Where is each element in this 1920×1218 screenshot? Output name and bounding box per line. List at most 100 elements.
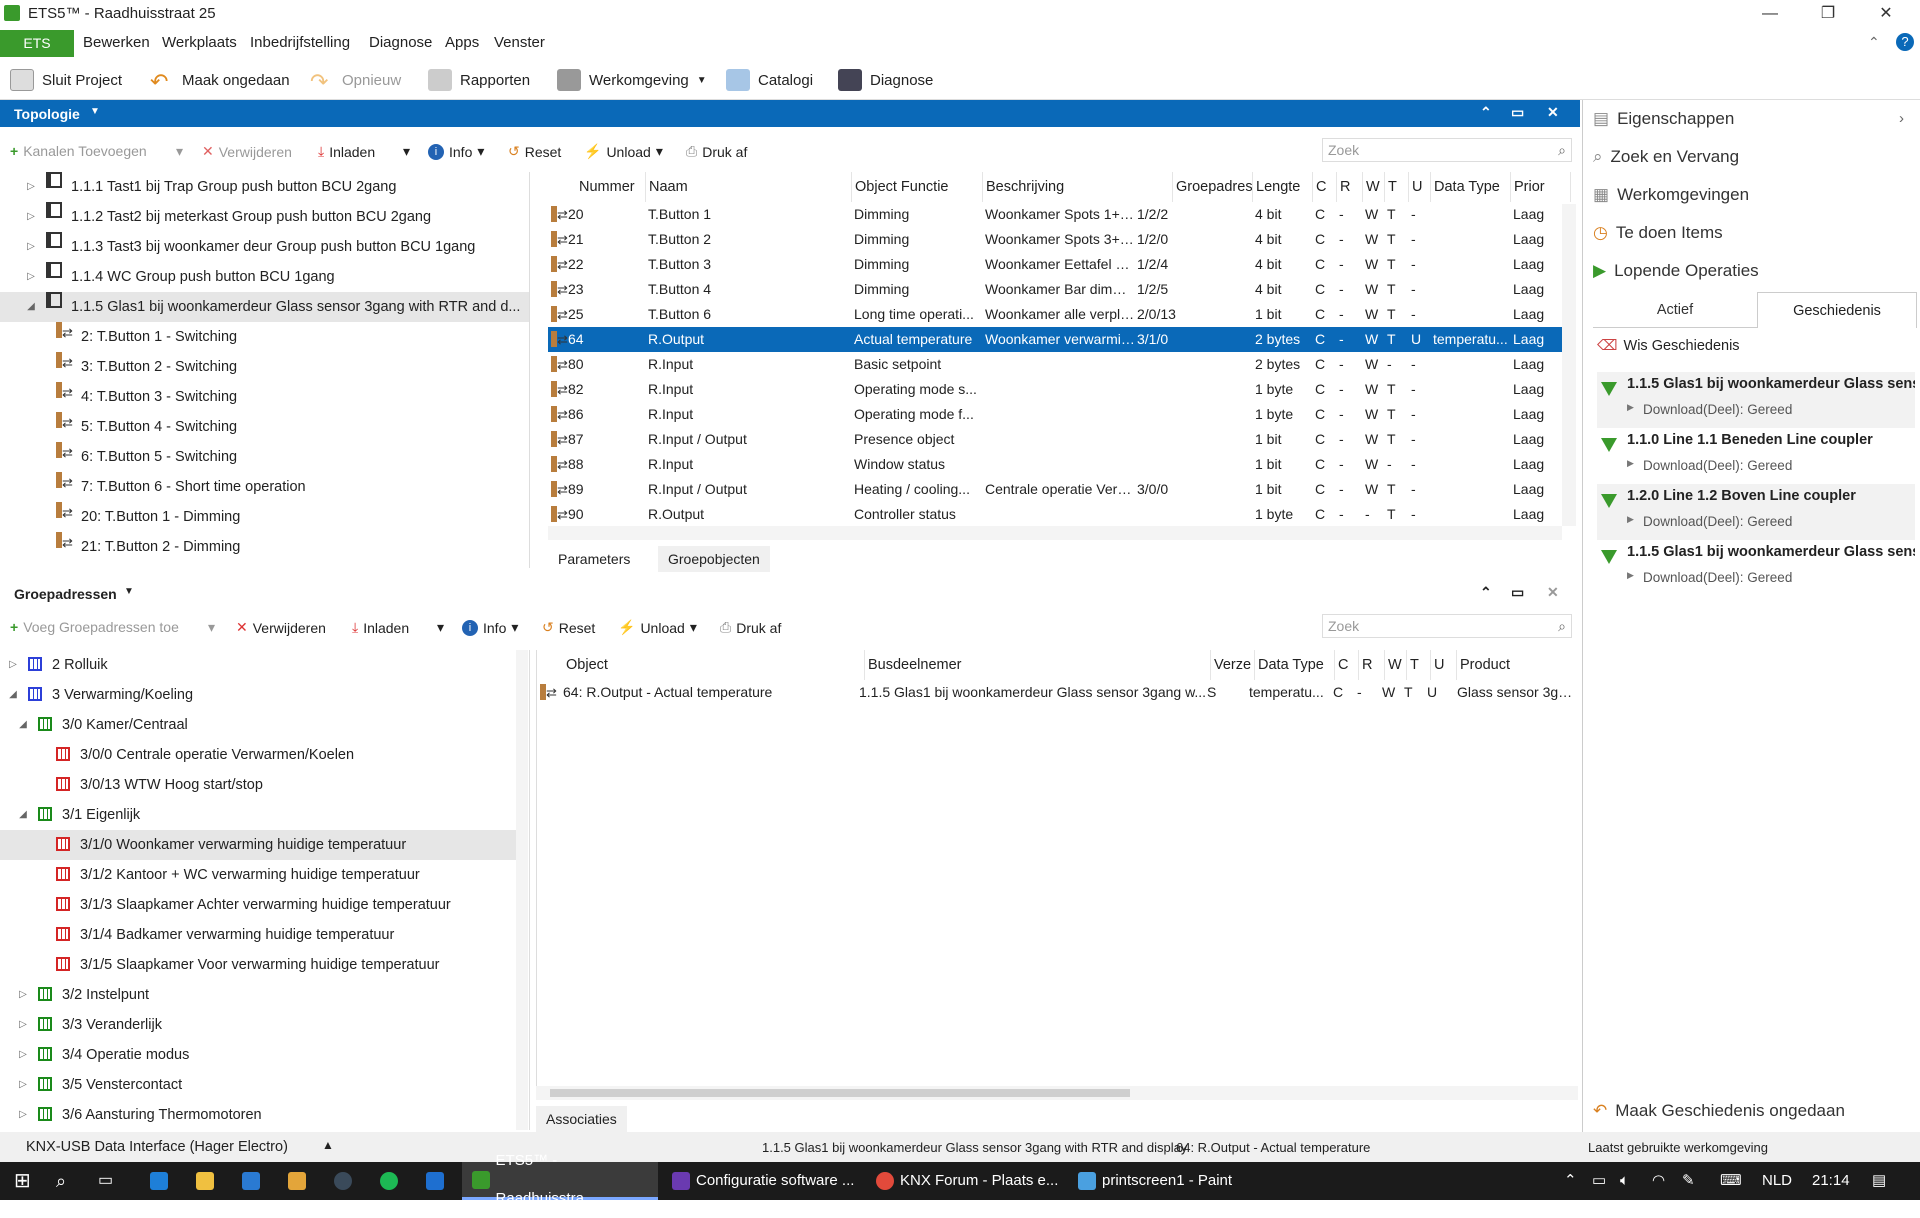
tree-device-selected[interactable]: ◢ 1.1.5 Glas1 bij woonkamerdeur Glass sen…: [0, 292, 529, 322]
maximize-button[interactable]: ❐: [1800, 0, 1856, 28]
expand-icon[interactable]: ▷: [18, 1100, 28, 1130]
sluit-project-button[interactable]: Sluit Project: [10, 68, 122, 92]
chevron-up-icon[interactable]: ▲: [322, 1138, 334, 1152]
verwijderen-button[interactable]: ✕ Verwijderen: [202, 143, 292, 160]
col-header-r[interactable]: R: [1337, 172, 1363, 202]
taskbar-app-paint[interactable]: printscreen1 - Paint: [1070, 1162, 1266, 1200]
unload-button[interactable]: ⚡ Unload ▾: [584, 143, 663, 160]
menu-venster[interactable]: Venster: [494, 34, 545, 51]
expand-icon[interactable]: ▷: [18, 980, 28, 1010]
collapse-panel-icon[interactable]: ⌃: [1480, 584, 1492, 601]
expand-icon[interactable]: ▶: [1627, 458, 1634, 469]
table-hscrollbar[interactable]: [548, 526, 1562, 540]
task-view-icon[interactable]: ▭: [98, 1162, 113, 1200]
werkomgeving-dropdown[interactable]: Werkomgeving ▼: [557, 68, 707, 92]
expand-icon[interactable]: ▶: [1627, 514, 1634, 525]
wis-geschiedenis-button[interactable]: ⌫ Wis Geschiedenis: [1597, 338, 1740, 354]
tree-group-address[interactable]: 3/1/5 Slaapkamer Voor verwarming huidige…: [0, 950, 516, 980]
table-row[interactable]: 82R.InputOperating mode s...1 byteC-WT-L…: [548, 377, 1576, 402]
maximize-panel-icon[interactable]: ▭: [1511, 584, 1524, 601]
col-header-w[interactable]: W: [1385, 650, 1407, 680]
dropdown-arrow[interactable]: ▾: [176, 143, 183, 160]
werkomgevingen-item[interactable]: ▦ Werkomgevingen: [1593, 180, 1749, 210]
tree-group-address[interactable]: ▷ 3/6 Aansturing Thermomotoren: [0, 1100, 516, 1130]
col-header-naam[interactable]: Naam: [646, 172, 852, 202]
te-doen-items-item[interactable]: ◷ Te doen Items: [1593, 218, 1723, 248]
history-item[interactable]: 1.2.0 Line 1.2 Boven Line coupler Downloa…: [1597, 484, 1915, 540]
table-row[interactable]: 86R.InputOperating mode f...1 byteC-WT-L…: [548, 402, 1576, 427]
maak-geschiedenis-ongedaan-button[interactable]: ↶ Maak Geschiedenis ongedaan: [1593, 1096, 1845, 1126]
keyboard-icon[interactable]: ⌨: [1720, 1162, 1742, 1200]
col-header-lengte[interactable]: Lengte: [1253, 172, 1313, 202]
history-item[interactable]: 1.1.5 Glas1 bij woonkamerdeur Glass sens…: [1597, 372, 1915, 428]
opnieuw-button[interactable]: ↷ Opnieuw: [310, 68, 401, 94]
tab-parameters[interactable]: Parameters: [548, 546, 640, 572]
inladen-button[interactable]: ⤓ Inladen: [318, 143, 375, 160]
tree-device[interactable]: ▷ 1.1.3 Tast3 bij woonkamer deur Group pu…: [0, 232, 529, 262]
tree-group-address[interactable]: ◢ 3/0 Kamer/Centraal: [0, 710, 516, 740]
druk-af-button[interactable]: ⎙ Druk af: [686, 143, 747, 160]
close-button[interactable]: ✕: [1858, 0, 1914, 28]
tree-group-address[interactable]: 3/0/0 Centrale operatie Verwarmen/Koelen: [0, 740, 516, 770]
tree-object[interactable]: 5: T.Button 4 - Switching: [0, 408, 529, 442]
table-row[interactable]: 64: R.Output - Actual temperature 1.1.5 …: [537, 680, 1578, 705]
tree-device[interactable]: ▷ 1.1.4 WC Group push button BCU 1gang: [0, 262, 529, 292]
collapse-ribbon-icon[interactable]: ⌃: [1868, 34, 1880, 51]
voeg-groepadressen-button[interactable]: + Voeg Groepadressen toe: [10, 619, 179, 635]
file-explorer-icon[interactable]: [196, 1162, 214, 1200]
tree-object[interactable]: 3: T.Button 2 - Switching: [0, 348, 529, 382]
history-item[interactable]: 1.1.5 Glas1 bij woonkamerdeur Glass sens…: [1597, 540, 1915, 596]
col-header-groepadres[interactable]: Groepadres: [1173, 172, 1253, 202]
table-row[interactable]: 25 T.Button 6 Long time operati... Woonkame…: [548, 302, 1576, 327]
tree-group-address[interactable]: ▷ 3/2 Instelpunt: [0, 980, 516, 1010]
tree-group-address-selected[interactable]: 3/1/0 Woonkamer verwarming huidige tempe…: [0, 830, 516, 860]
eigenschappen-item[interactable]: ▤ Eigenschappen: [1593, 104, 1734, 134]
taskbar-app-ets5[interactable]: ETS5™ - Raadhuisstra...: [462, 1152, 658, 1207]
collapse-icon[interactable]: ◢: [8, 680, 18, 710]
expand-icon[interactable]: ▷: [26, 172, 36, 202]
table-row[interactable]: 23 T.Button 4 Dimming Woonkamer Bar dimmen1…: [548, 277, 1576, 302]
close-panel-icon[interactable]: ✕: [1547, 104, 1559, 121]
search-icon[interactable]: ⌕: [56, 1162, 66, 1200]
col-header-busdeelnemer[interactable]: Busdeelnemer: [865, 650, 1211, 680]
tree-group-address[interactable]: ◢ 3 Verwarming/Koeling: [0, 680, 516, 710]
wifi-icon[interactable]: ◠: [1652, 1162, 1665, 1200]
table-row[interactable]: 21 T.Button 2 Dimming Woonkamer Spots 3+4 d…: [548, 227, 1576, 252]
col-header-t[interactable]: T: [1385, 172, 1409, 202]
expand-icon[interactable]: ▷: [18, 1040, 28, 1070]
history-item[interactable]: 1.1.0 Line 1.1 Beneden Line coupler Downl…: [1597, 428, 1915, 484]
menu-bewerken[interactable]: Bewerken: [83, 34, 150, 51]
collapse-icon[interactable]: ◢: [18, 710, 28, 740]
inladen-button[interactable]: ⤓ Inladen: [352, 619, 409, 636]
col-header-object-functie[interactable]: Object Functie: [852, 172, 983, 202]
ets-menu-button[interactable]: ETS: [0, 30, 74, 57]
groep-search-input[interactable]: Zoek ⌕: [1322, 614, 1572, 638]
menu-inbedrijfstelling[interactable]: Inbedrijfstelling: [250, 34, 350, 51]
media-icon[interactable]: [288, 1162, 306, 1200]
close-panel-icon[interactable]: ✕: [1547, 584, 1559, 601]
tab-associaties[interactable]: Associaties: [536, 1106, 627, 1132]
expand-icon[interactable]: ▷: [26, 202, 36, 232]
edge-icon[interactable]: [150, 1162, 168, 1200]
col-header-u[interactable]: U: [1409, 172, 1431, 202]
tree-object[interactable]: 4: T.Button 3 - Switching: [0, 378, 529, 412]
windows-start-icon[interactable]: ⊞: [14, 1162, 31, 1200]
expand-icon[interactable]: ▷: [8, 650, 18, 680]
volume-icon[interactable]: 🔈︎: [1620, 1162, 1629, 1200]
tree-group-address[interactable]: ▷ 3/4 Operatie modus: [0, 1040, 516, 1070]
tree-group-address[interactable]: 3/0/13 WTW Hoog start/stop: [0, 770, 516, 800]
tree-device[interactable]: ▷ 1.1.2 Tast2 bij meterkast Group push bu…: [0, 202, 529, 232]
tree-object[interactable]: 20: T.Button 1 - Dimming: [0, 498, 529, 532]
collapse-icon[interactable]: ◢: [18, 800, 28, 830]
col-header-verze[interactable]: Verze: [1211, 650, 1255, 680]
interface-status[interactable]: KNX-USB Data Interface (Hager Electro): [26, 1139, 288, 1155]
pen-icon[interactable]: ✎: [1682, 1162, 1695, 1200]
info-button[interactable]: i Info ▾: [462, 619, 518, 636]
rapporten-button[interactable]: Rapporten: [428, 68, 530, 92]
diagnose-button[interactable]: Diagnose: [838, 68, 933, 92]
mail-icon[interactable]: [426, 1162, 444, 1200]
clock[interactable]: 21:14: [1812, 1162, 1850, 1200]
table-row[interactable]: 80R.InputBasic setpoint2 bytesC-W--Laag: [548, 352, 1576, 377]
col-header-object[interactable]: Object: [563, 650, 865, 680]
chevron-down-icon[interactable]: ▼: [124, 586, 134, 597]
